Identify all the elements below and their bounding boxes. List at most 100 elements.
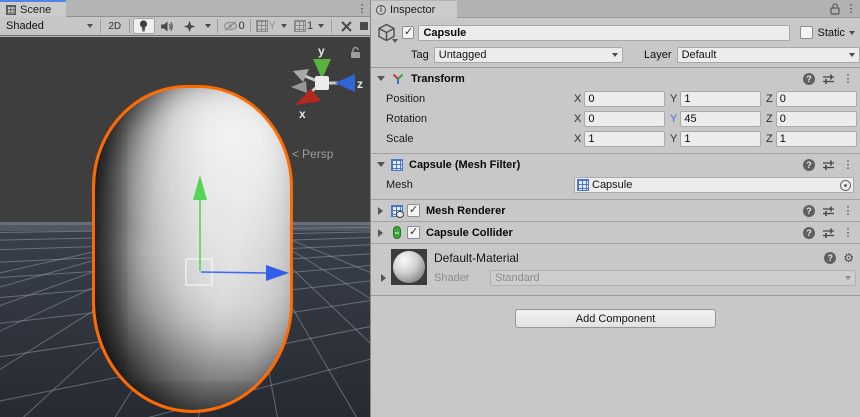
grid-snap-control[interactable]: 1 xyxy=(292,18,315,34)
foldout-open-icon[interactable] xyxy=(377,162,385,167)
camera-icon xyxy=(358,20,368,32)
axis-y-label: Y xyxy=(670,93,677,105)
static-toggle[interactable]: Static xyxy=(800,26,855,39)
hidden-objects-toggle[interactable]: 0 xyxy=(221,18,247,34)
y-axis-arrowhead[interactable] xyxy=(193,175,207,200)
lock-icon[interactable] xyxy=(350,46,361,59)
gizmo-y-label: y xyxy=(318,44,325,58)
gameobject-name-field[interactable]: Capsule xyxy=(418,25,790,41)
x-axis-cone[interactable] xyxy=(295,89,321,105)
help-icon[interactable] xyxy=(803,73,815,85)
chevron-down-icon xyxy=(392,39,398,43)
projection-label: Persp xyxy=(302,147,333,161)
draw-mode-label: Shaded xyxy=(6,20,44,32)
static-dropdown-icon[interactable] xyxy=(849,31,855,35)
scene-lighting-button[interactable] xyxy=(133,18,155,34)
scene-audio-button[interactable] xyxy=(156,18,178,34)
object-picker-icon[interactable] xyxy=(840,180,851,191)
layer-value: Default xyxy=(682,48,717,62)
tag-label: Tag xyxy=(411,49,429,61)
shader-value: Standard xyxy=(495,272,540,284)
grid-axis-toggle[interactable]: Y xyxy=(254,18,278,34)
position-y-field[interactable]: 1 xyxy=(680,91,761,107)
help-icon[interactable] xyxy=(803,159,815,171)
component-menu-icon[interactable] xyxy=(842,226,854,239)
scale-x-field[interactable]: 1 xyxy=(584,131,665,147)
component-menu-icon[interactable] xyxy=(842,158,854,171)
active-checkbox[interactable] xyxy=(402,26,415,39)
help-icon[interactable] xyxy=(824,252,836,264)
z-axis-handle[interactable] xyxy=(201,272,267,273)
component-menu-icon[interactable] xyxy=(842,204,854,217)
material-preview[interactable] xyxy=(391,249,427,285)
mesh-renderer-title: Mesh Renderer xyxy=(426,205,799,217)
layer-dropdown[interactable]: Default xyxy=(677,47,860,63)
scene-viewport[interactable]: y z x < Persp xyxy=(0,37,370,417)
inspector-menu-icon[interactable] xyxy=(845,2,857,15)
material-foldout-icon[interactable] xyxy=(381,274,386,282)
capsule-collider-icon xyxy=(393,226,401,239)
foldout-closed-icon[interactable] xyxy=(378,229,383,237)
capsule-collider-component: Capsule Collider xyxy=(371,222,860,244)
position-z-field[interactable]: 0 xyxy=(776,91,857,107)
axis-x-label: X xyxy=(574,113,581,125)
negative-axis-cone[interactable] xyxy=(291,81,307,93)
scene-pane-menu-icon[interactable] xyxy=(356,2,368,15)
gizmo-center-cube[interactable] xyxy=(315,76,329,90)
help-icon[interactable] xyxy=(803,227,815,239)
help-icon[interactable] xyxy=(803,205,815,217)
component-menu-icon[interactable] xyxy=(842,72,854,85)
toolbar-separator xyxy=(129,19,130,33)
scale-z-field[interactable]: 1 xyxy=(776,131,857,147)
draw-mode-dropdown[interactable]: Shaded xyxy=(2,18,97,34)
scene-tools-button[interactable] xyxy=(335,18,357,34)
position-x-field[interactable]: 0 xyxy=(584,91,665,107)
gizmo-z-label: z xyxy=(357,77,363,91)
presets-icon[interactable] xyxy=(822,73,835,85)
layer-label: Layer xyxy=(644,49,672,61)
rotation-y-field[interactable]: 45 xyxy=(680,111,761,127)
scene-effects-button[interactable] xyxy=(179,18,201,34)
mesh-object-field[interactable]: Capsule xyxy=(574,177,854,193)
collider-enabled-checkbox[interactable] xyxy=(407,226,420,239)
tab-inspector[interactable]: Inspector xyxy=(371,1,457,18)
tag-dropdown[interactable]: Untagged xyxy=(434,47,623,63)
grid-axis-label: Y xyxy=(269,20,276,32)
presets-icon[interactable] xyxy=(822,227,835,239)
chevron-down-icon xyxy=(849,53,855,57)
shader-dropdown[interactable]: Standard xyxy=(490,270,856,286)
transform-title: Transform xyxy=(411,73,799,85)
z-axis-arrowhead[interactable] xyxy=(266,265,289,281)
gear-icon[interactable] xyxy=(843,251,854,265)
scale-y-field[interactable]: 1 xyxy=(680,131,761,147)
projection-toggle[interactable]: < Persp xyxy=(292,147,333,161)
unity-editor-window: Scene Shaded 2D xyxy=(0,0,860,417)
lightbulb-icon xyxy=(137,19,150,33)
scene-tab-icon xyxy=(6,5,16,15)
foldout-open-icon[interactable] xyxy=(377,76,385,81)
static-checkbox[interactable] xyxy=(800,26,813,39)
presets-icon[interactable] xyxy=(822,159,835,171)
gameobject-header: Capsule Static Tag Untagged Layer Defaul… xyxy=(371,18,860,68)
grid-snap-dropdown-icon[interactable] xyxy=(318,24,324,28)
mesh-renderer-enabled-checkbox[interactable] xyxy=(407,204,420,217)
grid-snap-icon xyxy=(294,20,306,32)
inspector-panel: Inspector Cap xyxy=(370,0,860,417)
add-component-button[interactable]: Add Component xyxy=(515,309,716,328)
z-axis-cone[interactable] xyxy=(335,74,355,92)
tab-scene[interactable]: Scene xyxy=(0,0,66,17)
gameobject-icon-button[interactable] xyxy=(377,23,398,43)
grid-settings-dropdown-icon[interactable] xyxy=(281,24,287,28)
rotation-z-field[interactable]: 0 xyxy=(776,111,857,127)
tools-wrench-icon xyxy=(340,20,353,33)
presets-icon[interactable] xyxy=(822,205,835,217)
axis-y-label: Y xyxy=(670,133,677,145)
shader-label: Shader xyxy=(434,272,490,284)
toggle-2d-button[interactable]: 2D xyxy=(104,18,126,34)
mesh-row: Mesh Capsule xyxy=(371,175,860,195)
rotation-x-field[interactable]: 0 xyxy=(584,111,665,127)
inspector-lock-icon[interactable] xyxy=(830,2,840,15)
foldout-closed-icon[interactable] xyxy=(378,207,383,215)
toolbar-overflow-button[interactable] xyxy=(358,18,368,34)
effects-dropdown-icon[interactable] xyxy=(205,24,211,28)
